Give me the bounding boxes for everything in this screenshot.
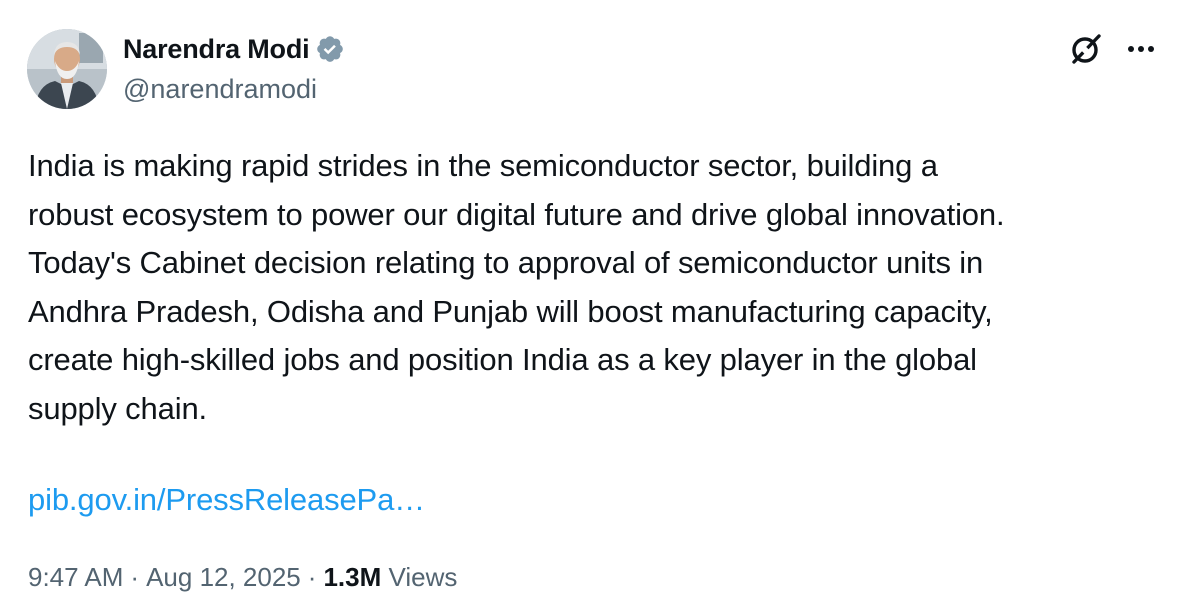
author-name-row: Narendra Modi — [123, 32, 345, 66]
profile-photo — [27, 29, 107, 109]
views-label: Views — [388, 562, 458, 592]
tweet-meta: 9:47 AM · Aug 12, 2025 · 1.3M Views — [28, 557, 457, 597]
views-count[interactable]: 1.3M — [323, 562, 381, 592]
author-handle[interactable]: @narendramodi — [123, 74, 317, 105]
grok-icon[interactable] — [1068, 31, 1104, 67]
more-options-icon[interactable] — [1124, 35, 1158, 63]
tweet-link[interactable]: pib.gov.in/PressReleasePa… — [28, 476, 425, 524]
meta-separator: · — [130, 562, 140, 592]
avatar[interactable] — [27, 29, 107, 109]
tweet-text: India is making rapid strides in the sem… — [28, 148, 1005, 426]
meta-separator: · — [307, 562, 317, 592]
tweet-date[interactable]: Aug 12, 2025 — [146, 562, 301, 592]
verified-badge-icon[interactable] — [315, 34, 345, 64]
tweet-card: Narendra Modi @narendramodi India is mak… — [0, 0, 1186, 616]
tweet-time[interactable]: 9:47 AM — [28, 562, 123, 592]
author-display-name[interactable]: Narendra Modi — [123, 34, 310, 65]
